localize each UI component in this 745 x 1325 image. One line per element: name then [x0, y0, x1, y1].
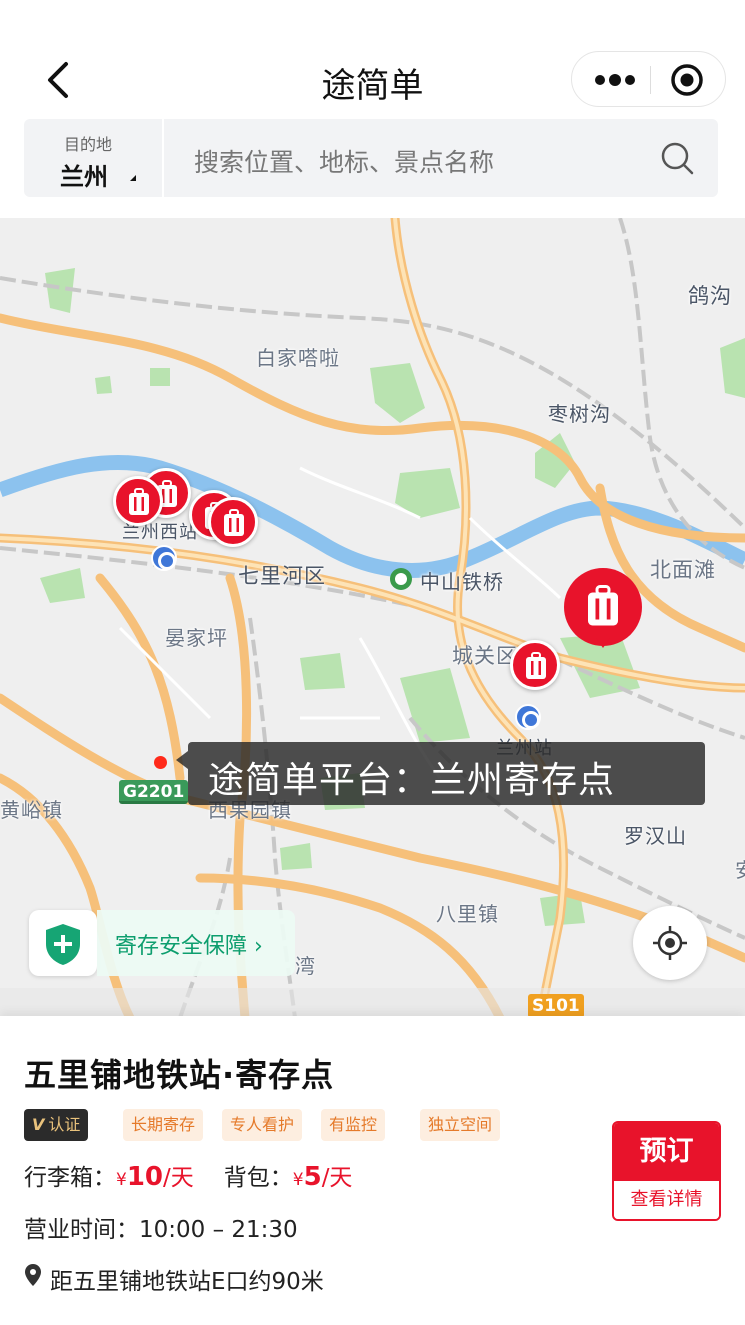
luggage-icon — [526, 652, 546, 679]
luggage-price: 10 — [126, 1162, 164, 1192]
backpack-currency: ¥ — [292, 1170, 304, 1190]
road-badge-s101: S101 — [528, 994, 584, 1018]
platform-location-dot[interactable] — [154, 756, 167, 769]
platform-callout[interactable]: 途简单平台：兰州寄存点 — [176, 742, 705, 805]
tag-attended: 专人看护 — [222, 1109, 303, 1141]
business-hours: 营业时间：10:00 – 21:30 — [24, 1217, 298, 1243]
map-label-geigou: 鸽沟 — [688, 284, 732, 308]
road-badge-g2201: G2201 — [119, 780, 189, 804]
metro-station-icon — [515, 704, 541, 730]
nav-header: 途简单 — [0, 0, 745, 118]
storage-pin[interactable] — [113, 476, 163, 526]
map-label-yanjiaping: 晏家坪 — [165, 626, 228, 650]
search-bar: 目的地 兰州 搜索位置、地标、景点名称 — [24, 119, 718, 197]
map-label-zaoshugou: 枣树沟 — [548, 402, 611, 426]
map-label-qilihe: 七里河区 — [238, 564, 326, 588]
luggage-label: 行李箱： — [24, 1165, 116, 1191]
destination-selector[interactable]: 目的地 兰州 — [24, 119, 162, 197]
view-details-link[interactable]: 查看详情 — [614, 1181, 719, 1219]
shield-box — [29, 910, 97, 976]
v-badge-icon: V — [32, 1115, 45, 1134]
luggage-currency: ¥ — [116, 1170, 127, 1190]
crosshair-icon — [653, 926, 687, 960]
map-label-wan: 湾 — [295, 954, 316, 978]
luggage-icon — [224, 509, 244, 536]
tag-certified: V 认证 — [24, 1109, 89, 1141]
backpack-price: 5 — [303, 1162, 322, 1192]
scenic-spot-icon — [390, 568, 412, 590]
map-label-an: 安 — [735, 854, 745, 883]
distance-text: 距五里铺地铁站E口约90米 — [50, 1269, 324, 1295]
callout-text: 途简单平台：兰州寄存点 — [208, 760, 616, 801]
safety-label: 寄存安全保障 › — [115, 934, 263, 959]
map-label-huangyu: 黄峪镇 — [0, 798, 63, 822]
book-label[interactable]: 预订 — [614, 1123, 719, 1181]
locate-me-button[interactable] — [633, 906, 707, 980]
map-label-baijiaheli: 白家嗒啦 — [256, 346, 340, 370]
luggage-icon — [129, 488, 149, 515]
map-label-zhongshan-bridge: 中山铁桥 — [420, 570, 504, 594]
safety-text-box: 寄存安全保障 › — [97, 910, 295, 976]
map-label-chengguan: 城关区 — [452, 644, 518, 668]
search-input[interactable]: 搜索位置、地标、景点名称 — [194, 143, 494, 179]
tag-private-space: 独立空间 — [420, 1109, 501, 1141]
selected-storage-pin[interactable] — [564, 568, 642, 648]
miniprogram-capsule — [571, 51, 726, 107]
destination-label: 目的地 — [64, 135, 113, 154]
location-pin-icon — [25, 1264, 41, 1286]
caret-down-icon — [130, 175, 136, 181]
shield-plus-icon — [46, 924, 80, 965]
storage-detail-card[interactable]: 五里铺地铁站·寄存点 V 认证 长期寄存 专人看护 有监控 独立空间 行李箱：¥1… — [0, 1016, 745, 1325]
luggage-unit: /天 — [163, 1165, 194, 1191]
destination-city: 兰州 — [60, 163, 108, 191]
map-label-beimiantan: 北面滩 — [650, 558, 716, 582]
book-button[interactable]: 预订 查看详情 — [612, 1121, 721, 1221]
distance-row: 距五里铺地铁站E口约90米 — [24, 1262, 324, 1296]
price-row: 行李箱：¥10/天 背包：¥5/天 — [24, 1158, 352, 1192]
search-divider — [162, 119, 164, 197]
tag-monitored: 有监控 — [321, 1109, 386, 1141]
map-label-luohanshan: 罗汉山 — [624, 824, 687, 848]
safety-guarantee-banner[interactable]: 寄存安全保障 › — [29, 910, 295, 976]
shop-name: 五里铺地铁站·寄存点 — [24, 1056, 335, 1094]
metro-station-icon — [151, 545, 177, 571]
close-miniprogram-icon[interactable] — [670, 63, 704, 97]
more-icon[interactable] — [592, 66, 638, 94]
tag-long-term: 长期寄存 — [123, 1109, 204, 1141]
map-label-balizhen: 八里镇 — [436, 902, 499, 926]
backpack-unit: /天 — [321, 1165, 353, 1191]
capsule-divider — [650, 66, 651, 94]
luggage-icon — [588, 585, 618, 626]
search-icon[interactable] — [660, 141, 696, 177]
storage-pin[interactable] — [208, 497, 258, 547]
storage-pin[interactable] — [510, 640, 560, 690]
backpack-label: 背包： — [223, 1165, 293, 1191]
map-view[interactable]: 鸽沟 白家嗒啦 枣树沟 兰州西站 七里河区 中山铁桥 北面滩 晏家坪 城关区 兰… — [0, 218, 745, 1018]
